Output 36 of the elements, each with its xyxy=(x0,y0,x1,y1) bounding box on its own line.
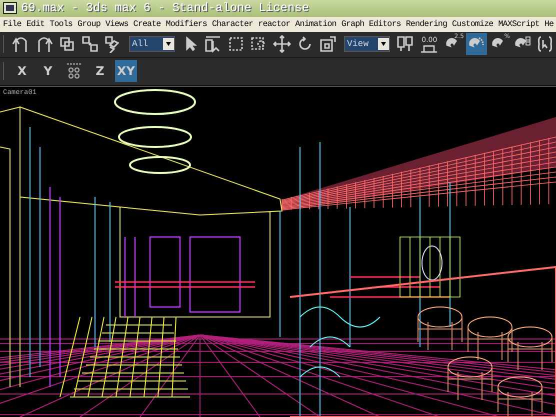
menu-item[interactable]: Character xyxy=(212,19,254,30)
move-tool-button[interactable] xyxy=(272,33,293,56)
menu-item[interactable]: Group xyxy=(78,19,100,30)
menu-item[interactable]: Customize xyxy=(452,19,494,30)
menu-item[interactable]: File xyxy=(3,19,22,30)
redo-icon xyxy=(35,35,54,54)
dashed-square-icon xyxy=(227,35,246,54)
window-title: 69.max - 3ds max 6 - Stand-alone License xyxy=(21,1,310,16)
axis-constraint-button[interactable]: Z xyxy=(89,60,111,82)
anglesnap-tool-button[interactable] xyxy=(466,33,487,56)
menu-item[interactable]: Graph Editors xyxy=(341,19,401,30)
menu-item[interactable]: Tools xyxy=(50,19,73,30)
move-icon xyxy=(273,35,292,54)
menu-item[interactable]: Animation xyxy=(295,19,336,30)
menu-item[interactable]: Edit xyxy=(26,19,45,30)
menu-item[interactable]: He xyxy=(544,19,554,30)
menu-item[interactable]: reactor xyxy=(258,19,290,30)
menu-item[interactable]: Modifiers xyxy=(166,19,207,30)
axis-constraint-button[interactable]: Y xyxy=(37,60,59,82)
bind-icon xyxy=(104,35,122,54)
axis-constraint-button[interactable]: XY xyxy=(115,60,137,82)
menu-item[interactable]: MAXScript xyxy=(498,19,540,30)
scale-icon xyxy=(319,35,338,54)
pivot-icon xyxy=(396,35,414,54)
unlink-icon xyxy=(81,35,100,54)
menu-item[interactable]: Rendering xyxy=(406,19,448,30)
menu-item[interactable]: Create xyxy=(133,19,161,30)
spinner-icon xyxy=(420,44,438,53)
dropdown-field[interactable]: All xyxy=(128,36,175,52)
dropdown-field[interactable]: View xyxy=(344,36,390,52)
braces-cursor-icon xyxy=(536,35,554,54)
axis-constraint-button[interactable]: X xyxy=(11,60,33,82)
select-list-icon xyxy=(204,35,222,54)
menu-item[interactable]: Views xyxy=(105,19,128,30)
linked-squares-icon xyxy=(58,35,76,54)
app-icon xyxy=(3,2,17,14)
